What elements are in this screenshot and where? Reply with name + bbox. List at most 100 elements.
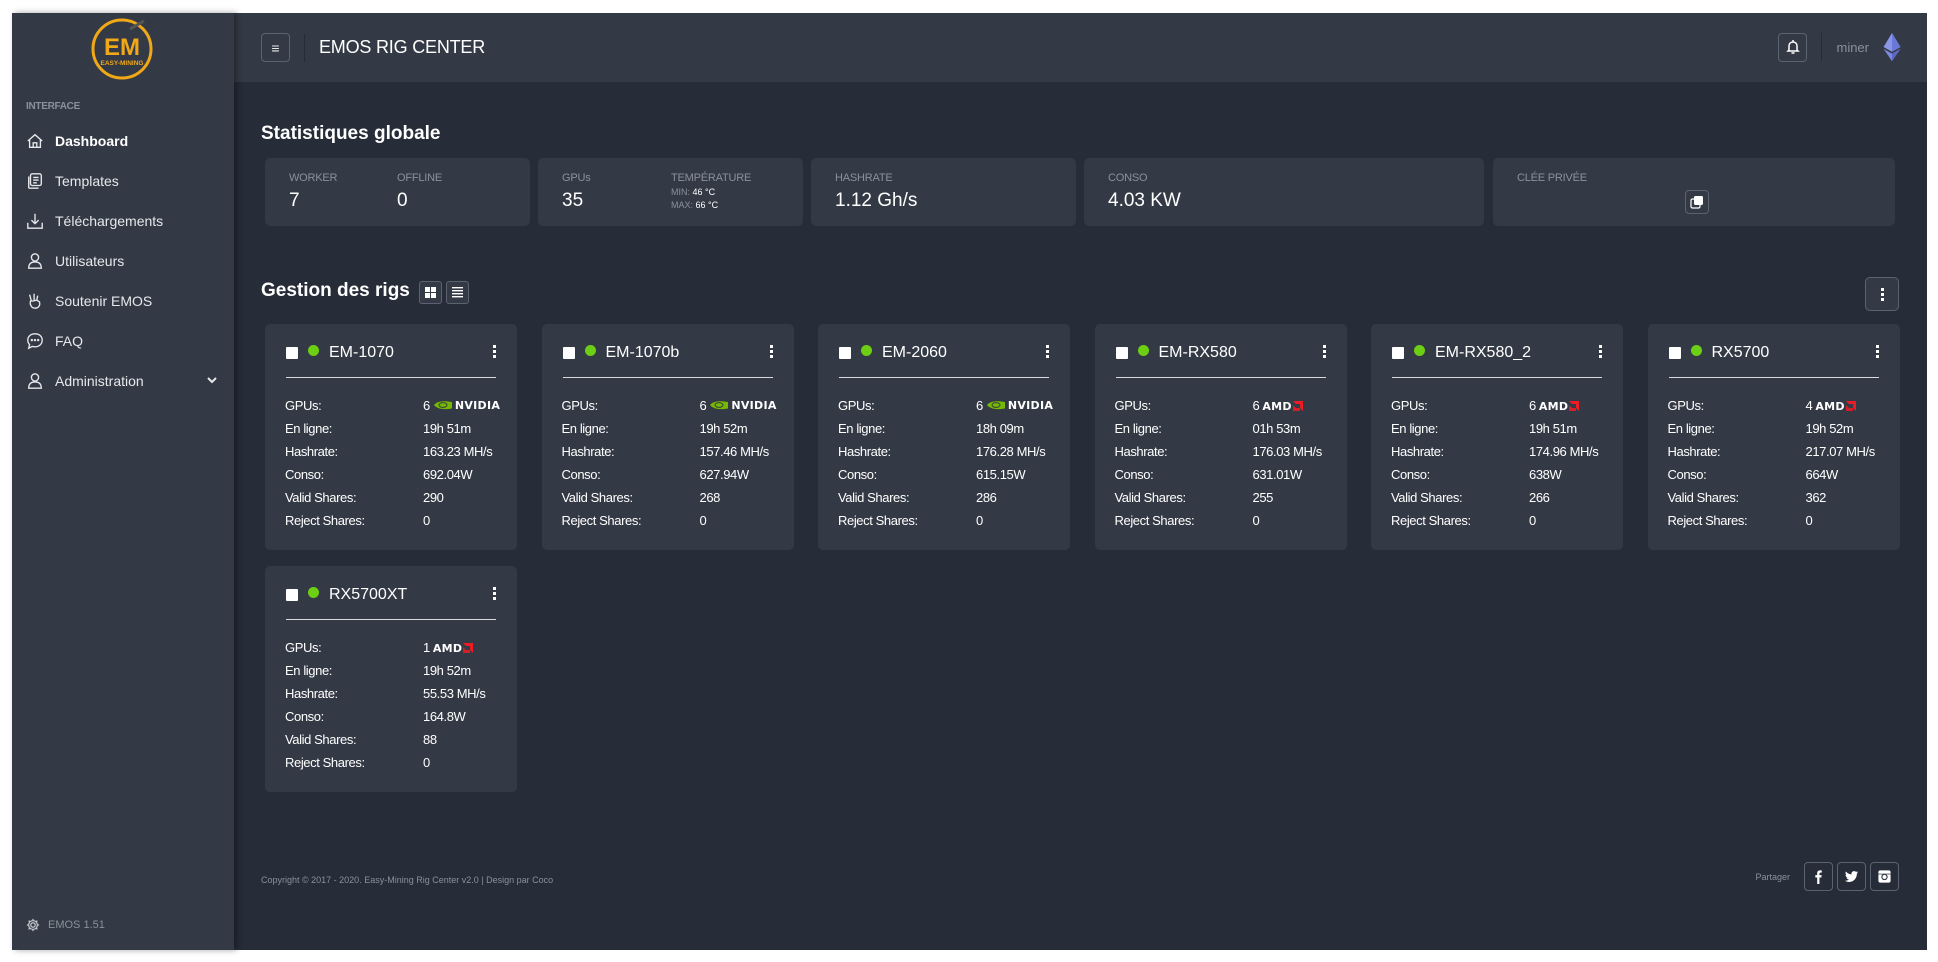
rig-row-label: Conso: <box>1391 467 1430 482</box>
sidebar-item-users[interactable]: Utilisateurs <box>12 241 234 281</box>
rig-name[interactable]: EM-RX580_2 <box>1435 344 1531 362</box>
nvidia-logo: NVIDIA <box>433 399 500 412</box>
rig-details: GPUs: 6 AMD En ligne: 01h 53m Hashrate: 176.03… <box>1115 394 1335 532</box>
status-online-icon <box>1137 345 1149 356</box>
rig-card[interactable]: EM-RX580 GPUs: 6 AMD En ligne: 01h 53m Hashra… <box>1094 324 1347 550</box>
user-icon <box>25 251 45 271</box>
rig-menu-button[interactable] <box>493 587 496 600</box>
user-name[interactable]: miner <box>1836 40 1869 55</box>
global-stats: WORKER 7 OFFLINE 0 GPUs 35 TEMPÉRATURE M… <box>265 158 1899 226</box>
vendor-name: AMD <box>1538 400 1569 413</box>
rig-menu-button[interactable] <box>1875 345 1879 358</box>
rig-row-label: GPUs: <box>561 398 599 413</box>
topbar-right: miner <box>1778 32 1903 62</box>
nvidia-eye-icon <box>986 401 1005 410</box>
rig-details: GPUs: 4 AMD En ligne: 19h 52m Hashrate: 217.07… <box>1668 394 1888 532</box>
status-online-icon <box>308 587 319 598</box>
rig-row-value: 6 NVIDIA <box>700 398 777 413</box>
hashrate-value: 1.12 Gh/s <box>835 190 918 211</box>
sidebar-section-label: INTERFACE <box>26 101 80 112</box>
stat-card-conso: CONSO 4.03 KW <box>1084 158 1484 226</box>
rig-row-value: 163.23 MH/s <box>423 444 493 459</box>
sidebar-item-faq[interactable]: FAQ <box>12 321 234 361</box>
sidebar-item-dashboard[interactable]: Dashboard <box>12 121 234 161</box>
rig-row-label: Reject Shares: <box>1667 513 1748 528</box>
rig-card[interactable]: EM-RX580_2 GPUs: 6 AMD En ligne: 19h 51m Hash… <box>1371 324 1623 550</box>
rig-menu-button[interactable] <box>769 345 773 358</box>
rig-menu-button[interactable] <box>493 345 496 358</box>
rig-menu-button[interactable] <box>1322 345 1326 358</box>
temperature-label: TEMPÉRATURE <box>671 172 752 184</box>
facebook-button[interactable] <box>1804 862 1833 891</box>
rig-row-value: 0 <box>1529 513 1536 528</box>
sidebar-item-label: Administration <box>55 373 144 389</box>
kebab-menu-icon <box>1599 345 1602 358</box>
rig-row-label: GPUs: <box>838 398 875 413</box>
rig-row-label: Valid Shares: <box>561 490 634 505</box>
rig-row-valid: Valid Shares: 290 <box>285 486 505 509</box>
rig-row-label: En ligne: <box>285 663 332 678</box>
rig-row-label: En ligne: <box>1667 421 1715 436</box>
rig-card[interactable]: EM-2060 GPUs: 6 NVIDIA En ligne: 18h 09m Hash… <box>818 324 1070 550</box>
rig-name[interactable]: RX5700XT <box>329 586 407 604</box>
grid-view-button[interactable] <box>419 281 442 304</box>
rig-row-value: 174.96 MH/s <box>1529 444 1599 459</box>
sidebar-item-support[interactable]: Soutenir EMOS <box>12 281 234 321</box>
rig-row-value: 1 AMD <box>423 640 474 655</box>
rig-card[interactable]: EM-1070b GPUs: 6 NVIDIA En ligne: 19h 52m Has… <box>541 324 794 550</box>
rig-card[interactable]: RX5700XT GPUs: 1 AMD En ligne: 19h 52m Hashra… <box>265 566 517 792</box>
rig-row-value: 268 <box>699 490 721 505</box>
rig-row-conso: Conso: 631.01W <box>1115 463 1335 486</box>
easy-mining-logo[interactable]: EM EASY-MINING <box>90 17 154 81</box>
amd-logo: AMD <box>1815 400 1856 413</box>
rig-checkbox[interactable] <box>1668 347 1681 359</box>
rig-row-value: 0 <box>1805 513 1813 528</box>
rig-row-value: 6 NVIDIA <box>423 398 500 413</box>
rig-row-label: Reject Shares: <box>285 513 365 528</box>
instagram-icon <box>1878 870 1891 883</box>
sidebar-item-templates[interactable]: Templates <box>12 161 234 201</box>
rig-row-value: 362 <box>1805 490 1827 505</box>
rig-menu-button[interactable] <box>1046 345 1049 358</box>
rig-row-online: En ligne: 19h 52m <box>562 417 782 440</box>
rig-row-valid: Valid Shares: 268 <box>562 486 782 509</box>
rig-row-value: 4 AMD <box>1806 398 1856 413</box>
rig-card[interactable]: RX5700 GPUs: 4 AMD En ligne: 19h 52m Hashrate… <box>1647 324 1900 550</box>
rig-row-value: 157.46 MH/s <box>699 444 770 459</box>
rig-name[interactable]: RX5700 <box>1712 344 1770 362</box>
rig-menu-button[interactable] <box>1599 345 1602 358</box>
rig-row-value: 164.8W <box>423 709 466 724</box>
rig-header: EM-1070b <box>562 342 773 364</box>
rig-checkbox[interactable] <box>1392 347 1404 359</box>
rig-row-value: 176.03 MH/s <box>1252 444 1323 459</box>
rigs-more-options-button[interactable] <box>1865 277 1899 311</box>
rig-header: EM-1070 <box>286 342 496 364</box>
amd-arrow-icon <box>1292 401 1303 411</box>
rig-row-valid: Valid Shares: 255 <box>1115 486 1335 509</box>
ethereum-avatar-icon[interactable] <box>1881 32 1903 62</box>
notifications-button[interactable] <box>1778 32 1808 62</box>
rig-row-label: Hashrate: <box>561 444 615 459</box>
rig-checkbox[interactable] <box>286 589 298 601</box>
sidebar-item-administration[interactable]: Administration <box>12 361 234 401</box>
rig-checkbox[interactable] <box>286 347 298 359</box>
copy-key-button[interactable] <box>1685 190 1709 214</box>
rig-checkbox[interactable] <box>1115 347 1128 359</box>
rig-row-conso: Conso: 627.94W <box>562 463 782 486</box>
rig-row-reject: Reject Shares: 0 <box>285 751 505 774</box>
instagram-button[interactable] <box>1870 862 1899 891</box>
rig-name[interactable]: EM-RX580 <box>1159 344 1237 362</box>
twitter-button[interactable] <box>1837 862 1866 891</box>
rig-row-conso: Conso: 664W <box>1668 463 1888 486</box>
rig-name[interactable]: EM-1070 <box>329 344 394 362</box>
list-view-button[interactable] <box>446 281 469 304</box>
rig-row-hashrate: Hashrate: 55.53 MH/s <box>285 682 505 705</box>
sidebar-item-downloads[interactable]: Téléchargements <box>12 201 234 241</box>
rig-card[interactable]: EM-1070 GPUs: 6 NVIDIA En ligne: 19h 51m Hash… <box>265 324 517 550</box>
rig-row-label: Reject Shares: <box>1391 513 1471 528</box>
rig-checkbox[interactable] <box>562 347 575 359</box>
rig-checkbox[interactable] <box>839 347 851 359</box>
menu-toggle-button[interactable]: ≡ <box>261 33 290 62</box>
rig-name[interactable]: EM-1070b <box>606 344 680 362</box>
rig-name[interactable]: EM-2060 <box>882 344 947 362</box>
